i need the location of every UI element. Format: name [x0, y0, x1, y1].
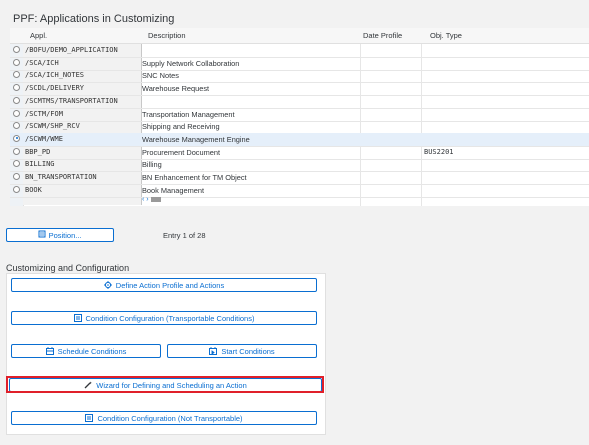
cell-description: Procurement Document	[142, 147, 221, 157]
condition-config-icon	[73, 313, 82, 326]
condition-config-transportable-label: Condition Configuration (Transportable C…	[85, 314, 255, 323]
cell-appl: /SCDL/DELIVERY	[25, 84, 85, 93]
start-conditions-label: Start Conditions	[221, 347, 275, 356]
condition-config-transportable-button[interactable]: Condition Configuration (Transportable C…	[11, 311, 317, 325]
cell-description: Shipping and Receiving	[142, 122, 220, 132]
cell-description: Transportation Management	[142, 109, 235, 119]
condition-config-icon	[85, 413, 94, 426]
cell-description: Book Management	[142, 185, 205, 195]
cell-appl: BN_TRANSPORTATION	[25, 173, 97, 181]
start-conditions-button[interactable]: Start Conditions	[167, 344, 317, 358]
position-button-label: Position...	[48, 231, 82, 240]
cell-description: Warehouse Management Engine	[142, 134, 250, 144]
column-header-date-profile[interactable]: Date Profile	[363, 31, 402, 40]
scroll-arrows[interactable]: ‹ ›	[142, 196, 149, 203]
row-select-radio[interactable]	[13, 109, 20, 117]
row-select-radio[interactable]	[13, 160, 20, 168]
condition-config-not-transportable-label: Condition Configuration (Not Transportab…	[97, 414, 243, 423]
entry-counter: Entry 1 of 28	[163, 231, 206, 240]
cell-description: Supply Network Collaboration	[142, 58, 240, 68]
cell-appl: /SCA/ICH_NOTES	[25, 71, 85, 80]
cell-description: BN Enhancement for TM Object	[142, 173, 247, 182]
row-select-radio[interactable]	[13, 185, 20, 193]
cell-appl: BILLING	[25, 160, 55, 169]
cell-appl: /SCTM/FOM	[25, 109, 63, 118]
action-profile-icon	[103, 280, 112, 293]
start-conditions-icon	[209, 346, 218, 359]
row-select-radio[interactable]	[13, 84, 20, 92]
column-header-obj-type[interactable]: Obj. Type	[430, 31, 462, 40]
position-icon	[38, 230, 48, 240]
cell-appl: BBP_PD	[25, 147, 51, 156]
position-button[interactable]: Position...	[6, 228, 114, 242]
table-header: Appl. Description Date Profile Obj. Type	[10, 28, 589, 44]
schedule-icon	[45, 346, 54, 359]
cell-appl: BOOK	[25, 185, 42, 194]
define-action-profile-button[interactable]: Define Action Profile and Actions	[11, 278, 317, 292]
schedule-conditions-button[interactable]: Schedule Conditions	[11, 344, 161, 358]
page-title: PPF: Applications in Customizing	[13, 13, 175, 25]
cell-description: Billing	[142, 160, 162, 170]
highlight-frame	[6, 376, 324, 393]
row-select-radio[interactable]	[13, 58, 20, 66]
cell-description: SNC Notes	[142, 71, 179, 81]
cell-appl: /BOFU/DEMO_APPLICATION	[25, 46, 118, 54]
row-select-radio[interactable]	[13, 122, 20, 130]
cell-appl: /SCWM/WME	[25, 134, 63, 143]
condition-config-not-transportable-button[interactable]: Condition Configuration (Not Transportab…	[11, 411, 317, 425]
cell-appl: /SCMTMS/TRANSPORTATION	[25, 96, 118, 105]
table-row[interactable]: BOOK Book Management	[10, 184, 589, 198]
row-select-radio[interactable]	[13, 71, 20, 79]
column-header-description[interactable]: Description	[148, 31, 186, 40]
section-title: Customizing and Configuration	[6, 263, 130, 273]
row-select-radio[interactable]	[13, 46, 20, 53]
horizontal-scrollbar[interactable]: ‹ ›	[142, 196, 161, 203]
row-select-radio[interactable]	[13, 147, 20, 155]
cell-description: Warehouse Request	[142, 84, 210, 94]
row-select-radio[interactable]	[13, 134, 20, 142]
cell-appl: /SCWM/SHP_RCV	[25, 122, 80, 131]
define-action-profile-label: Define Action Profile and Actions	[115, 281, 225, 290]
schedule-conditions-label: Schedule Conditions	[57, 347, 127, 356]
cell-appl: /SCA/ICH	[25, 58, 59, 67]
column-header-appl[interactable]: Appl.	[30, 31, 47, 40]
row-select-radio[interactable]	[13, 173, 20, 180]
scroll-thumb[interactable]	[150, 196, 161, 202]
cell-obj-type: BUS2201	[424, 147, 454, 156]
applications-table: Appl. Description Date Profile Obj. Type…	[10, 28, 589, 206]
row-select-radio[interactable]	[13, 96, 20, 104]
